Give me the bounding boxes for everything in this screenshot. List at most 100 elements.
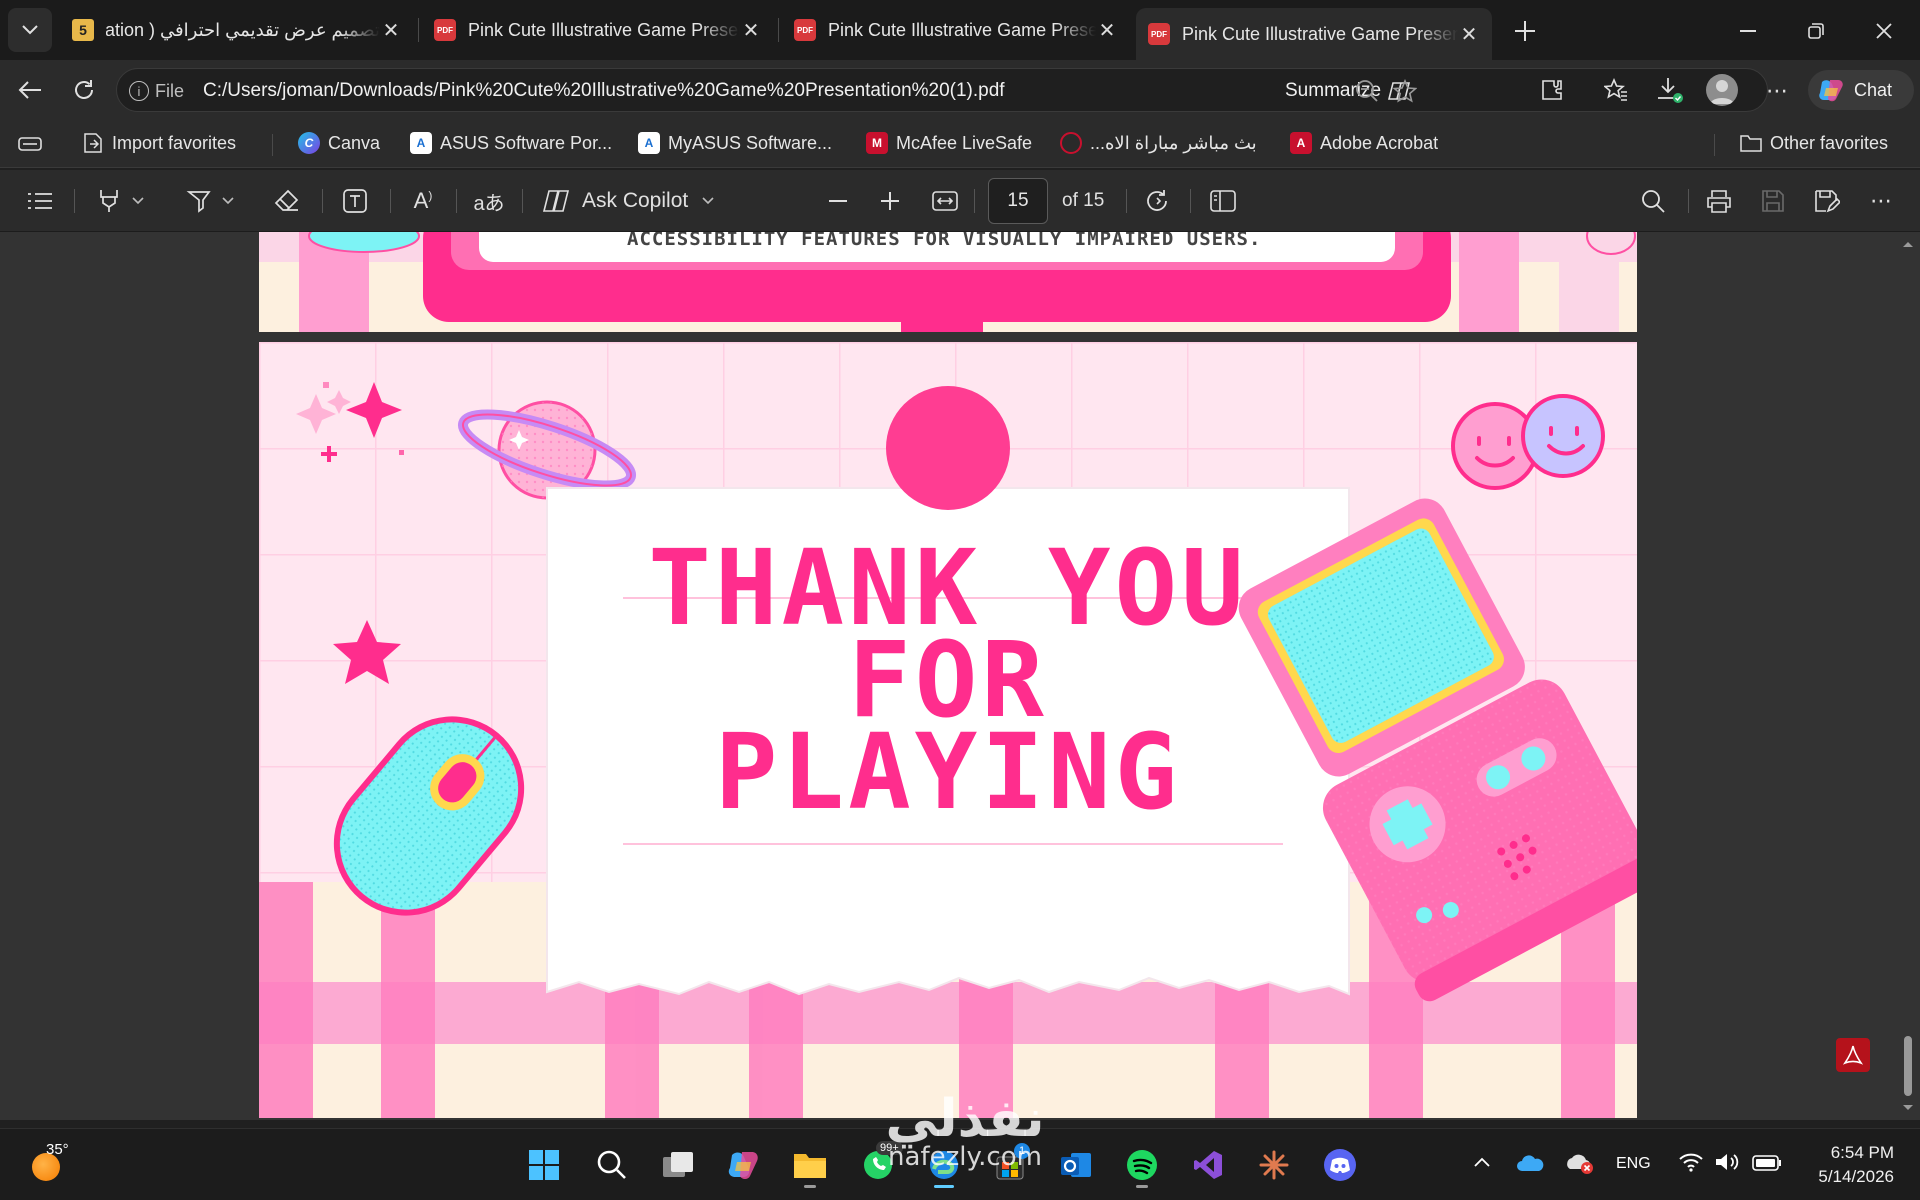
restore-button[interactable] [1796,14,1836,48]
highlighter-icon [96,188,122,214]
scroll-up-icon[interactable] [1902,240,1914,248]
page-view-icon [1210,190,1236,212]
chevron-up-icon[interactable] [1474,1157,1490,1167]
back-button[interactable] [12,72,48,108]
close-icon[interactable]: ✕ [1458,23,1480,46]
task-view-button[interactable] [654,1141,702,1189]
zoom-out-button[interactable] [822,184,854,218]
add-text-button[interactable] [338,184,372,218]
translate-button[interactable]: aあ [472,184,506,218]
favorite-label: Other favorites [1770,132,1889,153]
start-button[interactable] [520,1141,568,1189]
language-indicator[interactable]: ENG [1616,1155,1651,1173]
edge-app[interactable] [920,1141,968,1189]
favorite-adobe-acrobat[interactable]: A Adobe Acrobat [1290,132,1438,154]
contents-button[interactable] [24,184,56,218]
folder-icon [1740,132,1762,154]
profile-avatar[interactable] [1706,74,1738,106]
tab-3-active[interactable]: PDF Pink Cute Illustrative Game Presenta… [1136,8,1492,60]
tab-actions-icon[interactable] [18,134,42,154]
vertical-scrollbar[interactable] [1896,232,1920,1120]
minimize-button[interactable] [1728,14,1768,48]
ask-copilot-button[interactable]: Ask Copilot [542,184,722,218]
fit-to-width-button[interactable] [928,184,962,218]
search-button[interactable] [588,1141,636,1189]
new-tab-button[interactable] [1508,14,1542,48]
close-icon[interactable]: ✕ [380,19,402,42]
tab-actions-button[interactable] [8,8,52,52]
info-icon[interactable]: i [129,81,149,101]
visual-studio-app[interactable] [1184,1141,1232,1189]
rotate-button[interactable] [1140,184,1174,218]
zoom-out-icon[interactable] [1355,79,1379,103]
network-alert-icon[interactable] [1566,1151,1594,1175]
downloads-icon[interactable] [1656,76,1684,104]
copilot-chat-button[interactable]: Chat [1808,70,1914,110]
save-button[interactable] [1756,184,1790,218]
more-options-icon[interactable]: ⋯ [1766,78,1789,104]
import-icon [82,132,104,154]
favorites-icon[interactable] [1604,78,1628,102]
scroll-down-icon[interactable] [1902,1104,1914,1112]
spotify-app[interactable] [1118,1141,1166,1189]
page-number-input[interactable]: 15 [988,178,1048,224]
pdf-viewer[interactable]: ACCESSIBILITY FEATURES FOR VISUALLY IMPA… [0,232,1920,1120]
pdf-toolbar: A) aあ Ask Copilot 15 of 15 ⋯ [0,170,1920,232]
favorite-asus-software[interactable]: A ASUS Software Por... [410,132,612,154]
arrow-left-icon [18,80,42,100]
pdf-page-14: ACCESSIBILITY FEATURES FOR VISUALLY IMPA… [259,232,1637,332]
copilot-icon [542,188,570,214]
favorite-import[interactable]: Import favorites [82,132,236,154]
search-button[interactable] [1636,184,1670,218]
favorite-sports-live[interactable]: بث مباشر مباراة الاه... [1060,132,1257,154]
refresh-button[interactable] [66,72,102,108]
close-icon[interactable]: ✕ [740,19,762,42]
ask-copilot-label: Ask Copilot [582,189,689,212]
tab-0[interactable]: 5 تصميم عرض تقديمي احترافي ( ation ✕ [60,8,414,52]
close-window-button[interactable] [1864,14,1904,48]
outlook-app[interactable] [1052,1141,1100,1189]
whatsapp-app[interactable]: 99+ [854,1141,903,1189]
page-view-button[interactable] [1206,184,1240,218]
close-icon [1876,23,1892,39]
battery-icon[interactable] [1752,1155,1782,1171]
favorite-star-icon[interactable] [1393,79,1417,103]
wifi-icon[interactable] [1678,1151,1704,1173]
notification-badge: 1 [1014,1143,1030,1159]
sparkle-icon [1258,1149,1290,1181]
favorite-mcafee[interactable]: M McAfee LiveSafe [866,132,1032,154]
weather-temp: 35° [46,1141,69,1158]
url-text[interactable]: C:/Users/joman/Downloads/Pink%20Cute%20I… [203,80,1005,102]
erase-button[interactable] [270,184,304,218]
favorite-myasus[interactable]: A MyASUS Software... [638,132,832,154]
discord-app[interactable] [1316,1141,1364,1189]
address-bar[interactable]: i File C:/Users/joman/Downloads/Pink%20C… [116,68,1768,112]
favorite-canva[interactable]: C Canva [298,132,380,154]
copilot-app[interactable] [720,1141,768,1189]
file-explorer-app[interactable] [786,1141,834,1189]
favorite-other[interactable]: Other favorites [1740,132,1888,154]
tab-1[interactable]: PDF Pink Cute Illustrative Game Presenta… [422,8,774,52]
extensions-icon[interactable] [1540,78,1564,102]
rotate-icon [1144,188,1170,214]
highlight-button[interactable] [90,184,150,218]
draw-button[interactable] [178,184,242,218]
more-options-button[interactable]: ⋯ [1864,184,1898,218]
store-app[interactable]: 1 [986,1141,1034,1189]
read-aloud-button[interactable]: A) [406,184,440,218]
save-as-button[interactable] [1810,184,1844,218]
print-button[interactable] [1702,184,1736,218]
clock[interactable]: 6:54 PM 5/14/2026 [1818,1141,1894,1189]
search-icon [1641,189,1665,213]
onedrive-icon[interactable] [1516,1153,1544,1173]
zoom-in-button[interactable] [874,184,906,218]
scrollbar-thumb[interactable] [1904,1036,1912,1096]
page-total-label: of 15 [1062,190,1105,211]
weather-widget[interactable]: 35° [28,1141,88,1189]
tab-2[interactable]: PDF Pink Cute Illustrative Game Presenta… [782,8,1130,52]
acrobat-floating-button[interactable] [1836,1038,1870,1072]
volume-icon[interactable] [1714,1151,1740,1173]
claude-app[interactable] [1250,1141,1298,1189]
plus-icon [1514,20,1536,42]
close-icon[interactable]: ✕ [1096,19,1118,42]
